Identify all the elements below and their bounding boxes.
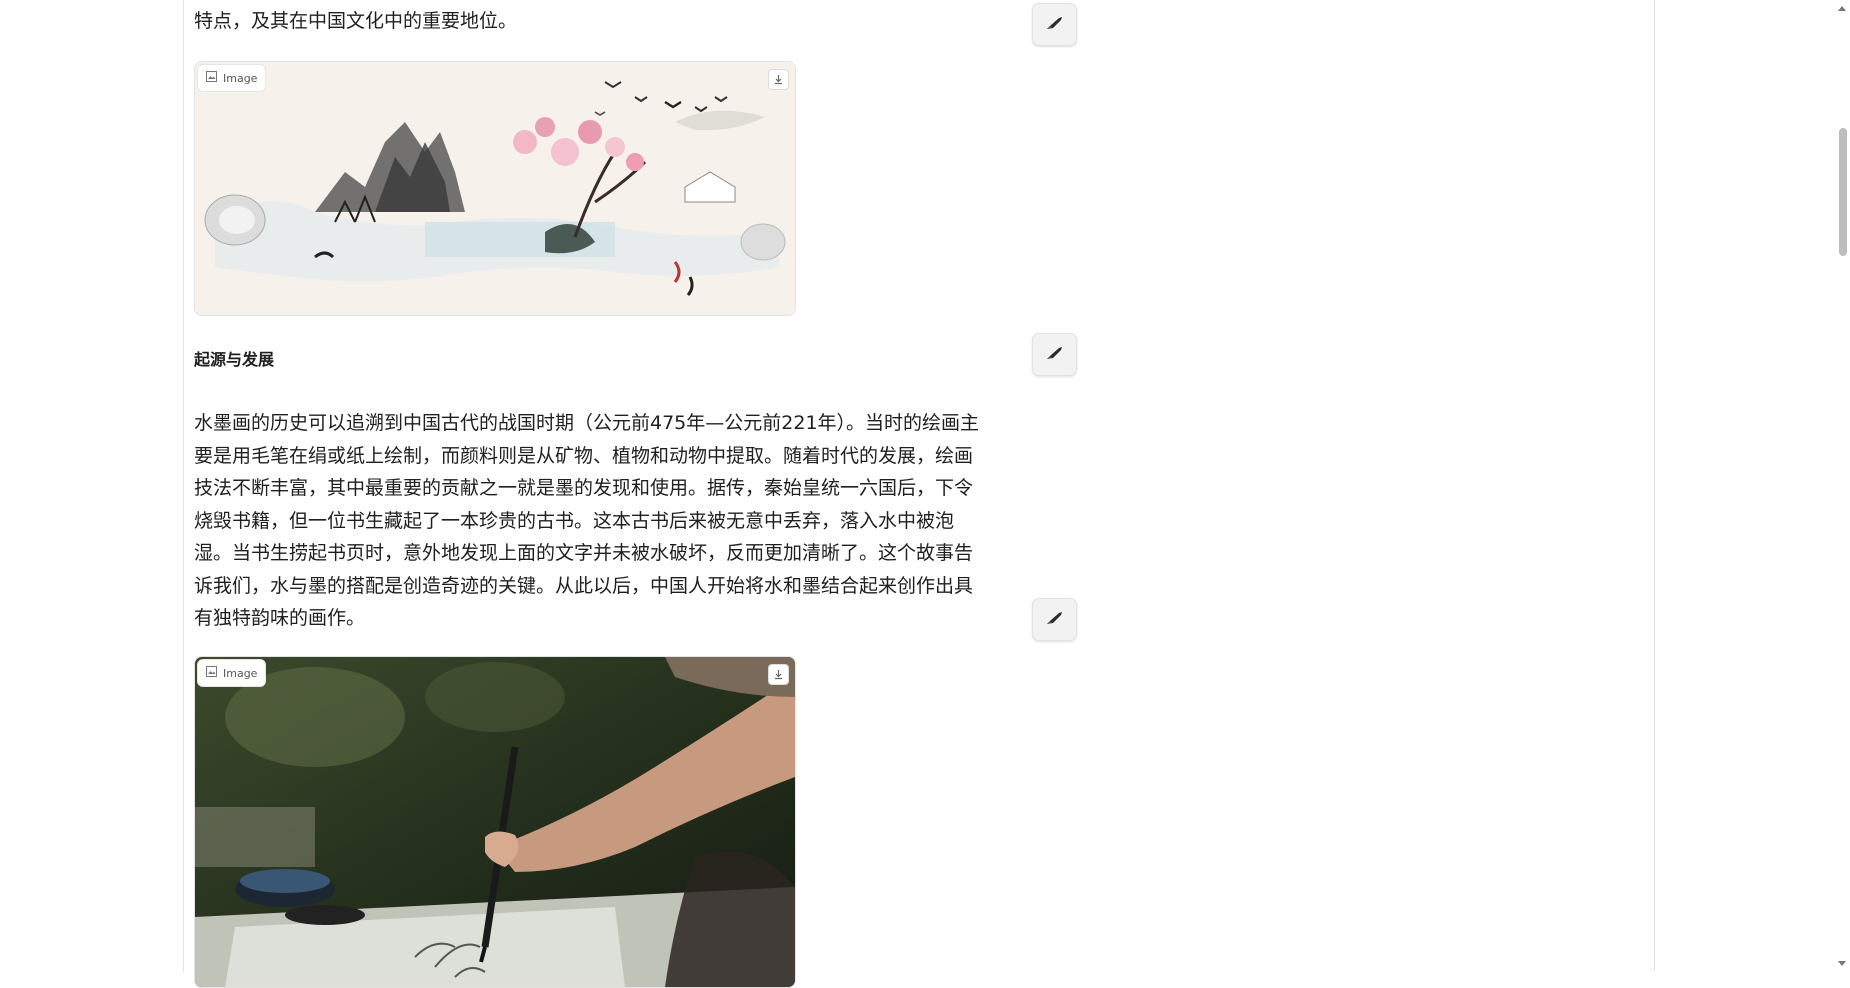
download-button[interactable] <box>768 664 789 685</box>
download-icon <box>773 665 784 684</box>
scrollbar-thumb[interactable] <box>1839 128 1847 256</box>
image-badge-label: Image <box>223 71 258 85</box>
download-icon <box>773 70 784 89</box>
image-badge-label: Image <box>223 666 258 680</box>
paragraph-line: 烧毁书籍，但一位书生藏起了一本珍贵的古书。这本古书后来被无意中丢弃，落入水中被泡 <box>194 509 955 532</box>
scroll-up-arrow-icon[interactable] <box>1838 6 1846 11</box>
vertical-scrollbar[interactable] <box>1832 0 1850 972</box>
brush-icon <box>1046 15 1064 34</box>
paragraph-line: 要是用毛笔在绢或纸上绘制，而颜料则是从矿物、植物和动物中提取。随着时代的发展，绘… <box>194 444 974 467</box>
brush-icon <box>1046 345 1064 364</box>
edit-heading-button[interactable] <box>1032 333 1077 376</box>
image-card-painting-photo[interactable]: Image <box>194 656 796 988</box>
image-card-landscape[interactable]: Image <box>194 61 796 316</box>
intro-text: 特点，及其在中国文化中的重要地位。 <box>194 10 518 32</box>
ink-landscape-illustration <box>195 62 795 315</box>
history-paragraph: 水墨画的历史可以追溯到中国古代的战国时期（公元前475年—公元前221年）。当时… <box>194 407 1028 635</box>
brush-icon <box>1046 610 1064 629</box>
paragraph-line: 技法不断丰富，其中最重要的贡献之一就是墨的发现和使用。据传，秦始皇统一六国后，下… <box>194 477 974 499</box>
brush-painting-photo <box>195 657 795 987</box>
paragraph-line: 水墨画的历史可以追溯到中国古代的战国时期（公元前475年—公元前221年）。当时… <box>194 412 980 434</box>
edit-paragraph-button[interactable] <box>1032 598 1077 641</box>
image-badge: Image <box>197 64 267 92</box>
scroll-down-arrow-icon[interactable] <box>1838 961 1846 966</box>
image-badge: Image <box>197 659 267 687</box>
download-button[interactable] <box>768 69 789 90</box>
section-heading: 起源与发展 <box>194 350 275 369</box>
paragraph-line: 有独特韵味的画作。 <box>194 607 366 629</box>
paragraph-line: 诉我们，水与墨的搭配是创造奇迹的关键。从此以后，中国人开始将水和墨结合起来创作出… <box>194 574 974 597</box>
edit-intro-button[interactable] <box>1032 3 1077 46</box>
paragraph-line: 湿。当书生捞起书页时，意外地发现上面的文字并未被水破坏，反而更加清晰了。这个故事… <box>194 542 974 564</box>
image-icon <box>206 71 217 85</box>
image-icon <box>206 666 217 680</box>
